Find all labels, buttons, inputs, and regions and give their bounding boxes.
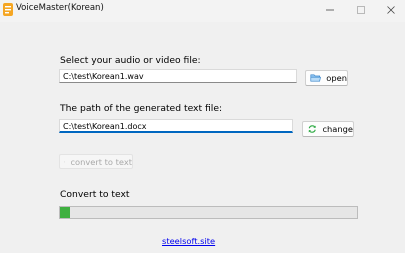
output-file-label: The path of the generated text file: (60, 103, 223, 114)
window-title: VoiceMaster(Korean) (16, 3, 104, 13)
progress-fill (60, 207, 71, 218)
progress-label: Convert to text (60, 189, 130, 200)
folder-icon (310, 74, 321, 82)
output-file-path-field[interactable]: C:\test\Korean1.docx (59, 119, 293, 133)
title-bar: VoiceMaster(Korean) (0, 0, 405, 22)
input-file-label: Select your audio or video file: (60, 55, 201, 66)
convert-to-text-button[interactable]: convert to text (59, 154, 133, 169)
close-button[interactable] (376, 0, 405, 20)
refresh-icon (308, 125, 316, 133)
app-logo-icon (3, 3, 13, 16)
maximize-button[interactable] (346, 0, 376, 20)
maximize-icon (357, 6, 365, 14)
change-button-label: change (322, 124, 353, 134)
convert-button-label: convert to text (70, 156, 132, 167)
conversion-progress-bar (59, 206, 358, 219)
change-button[interactable]: change (302, 121, 354, 137)
open-button-label: open (326, 73, 347, 83)
minimize-button[interactable] (315, 0, 345, 20)
minimize-icon (326, 9, 334, 11)
input-file-path-field[interactable]: C:\test\Korean1.wav (59, 69, 297, 83)
steelsoft-site-link[interactable]: steelsoft.site (162, 236, 215, 246)
open-button[interactable]: open (305, 70, 348, 86)
close-icon (387, 6, 395, 14)
microphone-convert-icon (64, 160, 66, 162)
